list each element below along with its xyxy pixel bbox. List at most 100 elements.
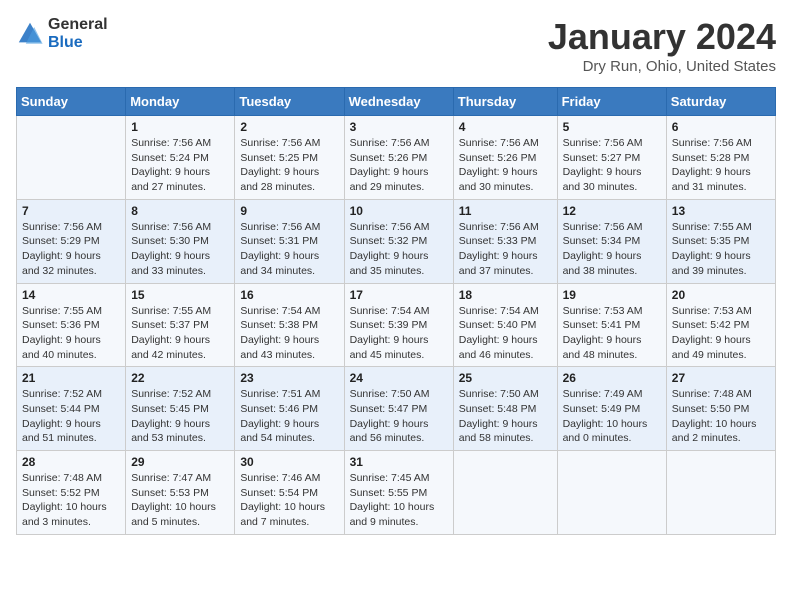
calendar-cell: 10 Sunrise: 7:56 AM Sunset: 5:32 PM Dayli… [344, 199, 453, 283]
day-info: Sunrise: 7:55 AM Sunset: 5:35 PM Dayligh… [672, 220, 770, 279]
weekday-header-wednesday: Wednesday [344, 88, 453, 116]
day-number: 3 [350, 120, 448, 134]
calendar-cell: 19 Sunrise: 7:53 AM Sunset: 5:41 PM Dayli… [557, 283, 666, 367]
calendar-cell [453, 451, 557, 535]
day-info: Sunrise: 7:56 AM Sunset: 5:34 PM Dayligh… [563, 220, 661, 279]
calendar-cell: 17 Sunrise: 7:54 AM Sunset: 5:39 PM Dayli… [344, 283, 453, 367]
day-number: 20 [672, 288, 770, 302]
day-info: Sunrise: 7:56 AM Sunset: 5:32 PM Dayligh… [350, 220, 448, 279]
day-info: Sunrise: 7:50 AM Sunset: 5:47 PM Dayligh… [350, 387, 448, 446]
weekday-header-saturday: Saturday [666, 88, 775, 116]
day-info: Sunrise: 7:52 AM Sunset: 5:45 PM Dayligh… [131, 387, 229, 446]
day-info: Sunrise: 7:55 AM Sunset: 5:36 PM Dayligh… [22, 304, 120, 363]
day-info: Sunrise: 7:46 AM Sunset: 5:54 PM Dayligh… [240, 471, 338, 530]
day-number: 27 [672, 371, 770, 385]
logo-text: General Blue [48, 16, 108, 52]
location-subtitle: Dry Run, Ohio, United States [548, 58, 776, 75]
day-number: 12 [563, 204, 661, 218]
day-number: 16 [240, 288, 338, 302]
day-info: Sunrise: 7:56 AM Sunset: 5:25 PM Dayligh… [240, 136, 338, 195]
day-number: 14 [22, 288, 120, 302]
calendar-cell: 27Sunrise: 7:48 AM Sunset: 5:50 PM Dayli… [666, 367, 775, 451]
calendar-cell [557, 451, 666, 535]
calendar-cell: 24 Sunrise: 7:50 AM Sunset: 5:47 PM Dayli… [344, 367, 453, 451]
calendar-cell: 2Sunrise: 7:56 AM Sunset: 5:25 PM Daylig… [235, 116, 344, 200]
page-header: General Blue January 2024 Dry Run, Ohio,… [16, 16, 776, 75]
day-info: Sunrise: 7:52 AM Sunset: 5:44 PM Dayligh… [22, 387, 120, 446]
weekday-header-row: SundayMondayTuesdayWednesdayThursdayFrid… [17, 88, 776, 116]
day-info: Sunrise: 7:56 AM Sunset: 5:27 PM Dayligh… [563, 136, 661, 195]
calendar-cell: 9 Sunrise: 7:56 AM Sunset: 5:31 PM Daylig… [235, 199, 344, 283]
calendar-cell: 29 Sunrise: 7:47 AM Sunset: 5:53 PM Dayli… [126, 451, 235, 535]
day-number: 23 [240, 371, 338, 385]
day-info: Sunrise: 7:51 AM Sunset: 5:46 PM Dayligh… [240, 387, 338, 446]
day-info: Sunrise: 7:48 AM Sunset: 5:52 PM Dayligh… [22, 471, 120, 530]
calendar-week-1: 1 Sunrise: 7:56 AM Sunset: 5:24 PM Daylig… [17, 116, 776, 200]
day-number: 13 [672, 204, 770, 218]
calendar-body: 1 Sunrise: 7:56 AM Sunset: 5:24 PM Daylig… [17, 116, 776, 535]
title-section: January 2024 Dry Run, Ohio, United State… [548, 16, 776, 75]
calendar-cell: 28 Sunrise: 7:48 AM Sunset: 5:52 PM Dayli… [17, 451, 126, 535]
weekday-header-monday: Monday [126, 88, 235, 116]
day-info: Sunrise: 7:54 AM Sunset: 5:39 PM Dayligh… [350, 304, 448, 363]
calendar-cell: 25 Sunrise: 7:50 AM Sunset: 5:48 PM Dayli… [453, 367, 557, 451]
day-number: 31 [350, 455, 448, 469]
day-info: Sunrise: 7:54 AM Sunset: 5:40 PM Dayligh… [459, 304, 552, 363]
day-info: Sunrise: 7:56 AM Sunset: 5:24 PM Dayligh… [131, 136, 229, 195]
logo-icon [16, 20, 44, 48]
day-number: 19 [563, 288, 661, 302]
day-info: Sunrise: 7:56 AM Sunset: 5:28 PM Dayligh… [672, 136, 770, 195]
calendar-week-5: 28 Sunrise: 7:48 AM Sunset: 5:52 PM Dayli… [17, 451, 776, 535]
day-number: 4 [459, 120, 552, 134]
calendar-cell: 26 Sunrise: 7:49 AM Sunset: 5:49 PM Dayli… [557, 367, 666, 451]
calendar-cell: 4 Sunrise: 7:56 AM Sunset: 5:26 PM Daylig… [453, 116, 557, 200]
day-info: Sunrise: 7:56 AM Sunset: 5:31 PM Dayligh… [240, 220, 338, 279]
calendar-cell: 12 Sunrise: 7:56 AM Sunset: 5:34 PM Dayli… [557, 199, 666, 283]
day-info: Sunrise: 7:55 AM Sunset: 5:37 PM Dayligh… [131, 304, 229, 363]
calendar-cell: 16 Sunrise: 7:54 AM Sunset: 5:38 PM Dayli… [235, 283, 344, 367]
day-info: Sunrise: 7:56 AM Sunset: 5:30 PM Dayligh… [131, 220, 229, 279]
calendar-cell: 21 Sunrise: 7:52 AM Sunset: 5:44 PM Dayli… [17, 367, 126, 451]
day-number: 1 [131, 120, 229, 134]
day-number: 25 [459, 371, 552, 385]
weekday-header-tuesday: Tuesday [235, 88, 344, 116]
logo: General Blue [16, 16, 108, 52]
calendar-cell: 3Sunrise: 7:56 AM Sunset: 5:26 PM Daylig… [344, 116, 453, 200]
day-info: Sunrise: 7:53 AM Sunset: 5:41 PM Dayligh… [563, 304, 661, 363]
day-number: 8 [131, 204, 229, 218]
day-number: 9 [240, 204, 338, 218]
calendar-cell: 22Sunrise: 7:52 AM Sunset: 5:45 PM Dayli… [126, 367, 235, 451]
day-info: Sunrise: 7:47 AM Sunset: 5:53 PM Dayligh… [131, 471, 229, 530]
calendar-cell: 15Sunrise: 7:55 AM Sunset: 5:37 PM Dayli… [126, 283, 235, 367]
calendar-week-3: 14 Sunrise: 7:55 AM Sunset: 5:36 PM Dayli… [17, 283, 776, 367]
calendar-cell: 11Sunrise: 7:56 AM Sunset: 5:33 PM Dayli… [453, 199, 557, 283]
day-number: 18 [459, 288, 552, 302]
weekday-header-sunday: Sunday [17, 88, 126, 116]
calendar-cell: 31Sunrise: 7:45 AM Sunset: 5:55 PM Dayli… [344, 451, 453, 535]
calendar-cell: 1 Sunrise: 7:56 AM Sunset: 5:24 PM Daylig… [126, 116, 235, 200]
day-info: Sunrise: 7:49 AM Sunset: 5:49 PM Dayligh… [563, 387, 661, 446]
day-info: Sunrise: 7:56 AM Sunset: 5:33 PM Dayligh… [459, 220, 552, 279]
day-info: Sunrise: 7:50 AM Sunset: 5:48 PM Dayligh… [459, 387, 552, 446]
calendar-cell: 6 Sunrise: 7:56 AM Sunset: 5:28 PM Daylig… [666, 116, 775, 200]
day-number: 24 [350, 371, 448, 385]
day-number: 10 [350, 204, 448, 218]
calendar-cell: 18 Sunrise: 7:54 AM Sunset: 5:40 PM Dayli… [453, 283, 557, 367]
day-number: 28 [22, 455, 120, 469]
calendar-cell: 13 Sunrise: 7:55 AM Sunset: 5:35 PM Dayli… [666, 199, 775, 283]
day-number: 21 [22, 371, 120, 385]
calendar-header: SundayMondayTuesdayWednesdayThursdayFrid… [17, 88, 776, 116]
day-number: 17 [350, 288, 448, 302]
calendar-cell: 8 Sunrise: 7:56 AM Sunset: 5:30 PM Daylig… [126, 199, 235, 283]
day-number: 26 [563, 371, 661, 385]
calendar-cell [666, 451, 775, 535]
weekday-header-thursday: Thursday [453, 88, 557, 116]
calendar-week-2: 7Sunrise: 7:56 AM Sunset: 5:29 PM Daylig… [17, 199, 776, 283]
day-number: 29 [131, 455, 229, 469]
day-number: 30 [240, 455, 338, 469]
calendar-cell: 7Sunrise: 7:56 AM Sunset: 5:29 PM Daylig… [17, 199, 126, 283]
day-info: Sunrise: 7:54 AM Sunset: 5:38 PM Dayligh… [240, 304, 338, 363]
day-info: Sunrise: 7:56 AM Sunset: 5:26 PM Dayligh… [459, 136, 552, 195]
calendar-week-4: 21 Sunrise: 7:52 AM Sunset: 5:44 PM Dayli… [17, 367, 776, 451]
day-number: 6 [672, 120, 770, 134]
